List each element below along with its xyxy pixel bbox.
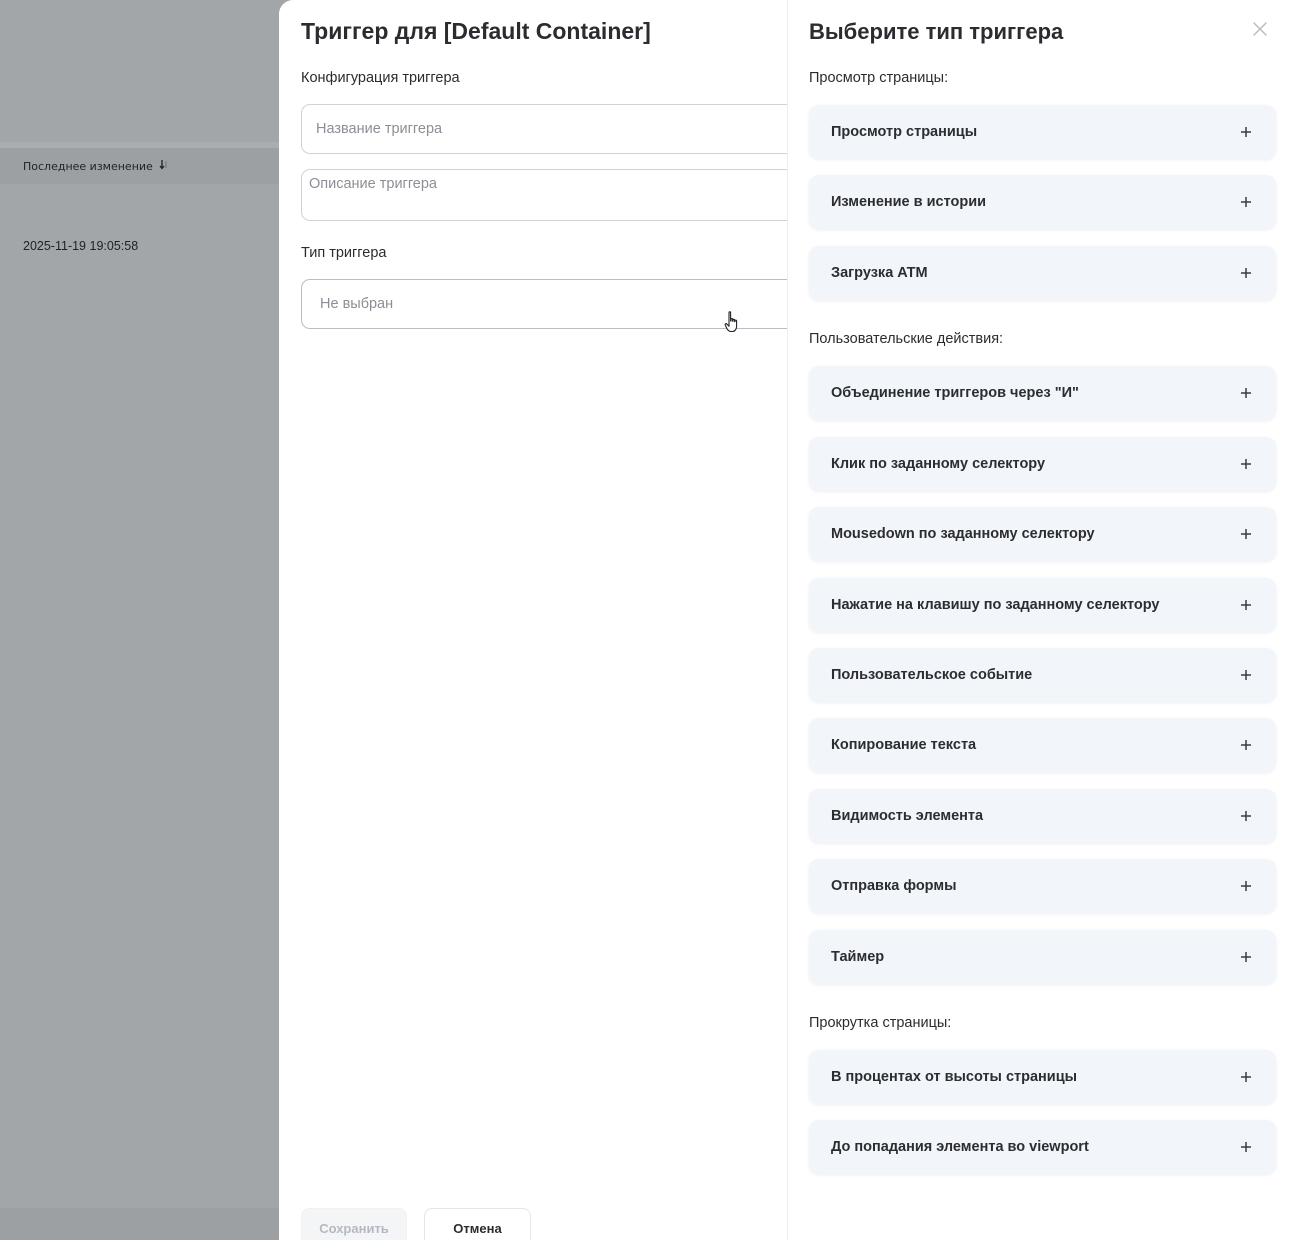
plus-icon[interactable]	[1236, 806, 1256, 826]
group-label-page-scroll: Прокрутка страницы:	[809, 1015, 952, 1031]
plus-icon[interactable]	[1236, 876, 1256, 896]
cancel-button[interactable]: Отмена	[424, 1208, 531, 1240]
plus-icon[interactable]	[1236, 947, 1256, 967]
group-label-user-actions: Пользовательские действия:	[809, 331, 1004, 347]
trigger-type-page-view[interactable]: Просмотр страницы	[809, 105, 1276, 159]
trigger-type-text-copy[interactable]: Копирование текста	[809, 718, 1276, 772]
plus-icon[interactable]	[1236, 454, 1256, 474]
sort-arrow-icon	[159, 159, 169, 173]
trigger-type-form-submit[interactable]: Отправка формы	[809, 859, 1276, 913]
background-footer	[0, 1208, 280, 1240]
trigger-type-timer[interactable]: Таймер	[809, 930, 1276, 984]
column-header-label: Последнее изменение	[23, 159, 153, 173]
plus-icon[interactable]	[1236, 524, 1256, 544]
plus-icon[interactable]	[1236, 122, 1256, 142]
trigger-type-label: Загрузка ATM	[831, 265, 928, 281]
table-column-header: Последнее изменение	[0, 148, 280, 184]
plus-icon[interactable]	[1236, 595, 1256, 615]
trigger-type-label: Просмотр страницы	[831, 124, 978, 140]
table-cell-date: 2025-11-19 19:05:58	[23, 239, 139, 253]
trigger-type-custom-event[interactable]: Пользовательское событие	[809, 648, 1276, 702]
trigger-name-input[interactable]: Название триггера	[301, 104, 801, 154]
trigger-type-panel: Выберите тип триггера Просмотр страницы:…	[787, 0, 1293, 1240]
plus-icon[interactable]	[1236, 735, 1256, 755]
trigger-type-label: Тип триггера	[301, 245, 387, 261]
trigger-type-selector-mousedown[interactable]: Mousedown по заданному селектору	[809, 507, 1276, 561]
plus-icon[interactable]	[1236, 1137, 1256, 1157]
trigger-type-history-change[interactable]: Изменение в истории	[809, 175, 1276, 229]
plus-icon[interactable]	[1236, 192, 1256, 212]
trigger-type-label: Нажатие на клавишу по заданному селектор…	[831, 597, 1160, 613]
trigger-type-label: Пользовательское событие	[831, 667, 1033, 683]
close-icon[interactable]	[1251, 20, 1269, 38]
trigger-type-selector-keypress[interactable]: Нажатие на клавишу по заданному селектор…	[809, 578, 1276, 632]
trigger-form-panel: Триггер для [Default Container] Конфигур…	[279, 0, 801, 1240]
trigger-type-label: Клик по заданному селектору	[831, 456, 1046, 472]
trigger-type-label: Таймер	[831, 949, 885, 965]
plus-icon[interactable]	[1236, 665, 1256, 685]
config-section-label: Конфигурация триггера	[301, 70, 460, 86]
trigger-type-label: Отправка формы	[831, 878, 957, 894]
trigger-type-element-visibility[interactable]: Видимость элемента	[809, 789, 1276, 843]
save-button[interactable]: Сохранить	[301, 1208, 407, 1240]
plus-icon[interactable]	[1236, 383, 1256, 403]
form-title: Триггер для [Default Container]	[301, 18, 651, 44]
trigger-type-value: Не выбран	[320, 296, 394, 312]
trigger-type-label: В процентах от высоты страницы	[831, 1069, 1078, 1085]
type-panel-title: Выберите тип триггера	[809, 19, 1064, 44]
trigger-description-placeholder: Описание триггера	[309, 176, 438, 192]
trigger-type-label: Изменение в истории	[831, 194, 987, 210]
trigger-name-placeholder: Название триггера	[316, 121, 443, 137]
trigger-type-label: До попадания элемента во viewport	[831, 1139, 1089, 1155]
trigger-type-label: Mousedown по заданному селектору	[831, 526, 1095, 542]
trigger-description-input[interactable]: Описание триггера	[301, 169, 801, 221]
hand-cursor-icon	[724, 311, 738, 333]
background-header	[0, 0, 280, 142]
trigger-type-selector-click[interactable]: Клик по заданному селектору	[809, 437, 1276, 491]
trigger-type-and-combination[interactable]: Объединение триггеров через "И"	[809, 366, 1276, 420]
plus-icon[interactable]	[1236, 263, 1256, 283]
trigger-type-atm-load[interactable]: Загрузка ATM	[809, 246, 1276, 300]
trigger-type-label: Объединение триггеров через "И"	[831, 385, 1079, 401]
group-label-page-view: Просмотр страницы:	[809, 70, 949, 86]
trigger-type-scroll-percent[interactable]: В процентах от высоты страницы	[809, 1050, 1276, 1104]
trigger-type-label: Видимость элемента	[831, 808, 984, 824]
trigger-type-label: Копирование текста	[831, 737, 977, 753]
plus-icon[interactable]	[1236, 1067, 1256, 1087]
trigger-type-element-in-viewport[interactable]: До попадания элемента во viewport	[809, 1120, 1276, 1174]
